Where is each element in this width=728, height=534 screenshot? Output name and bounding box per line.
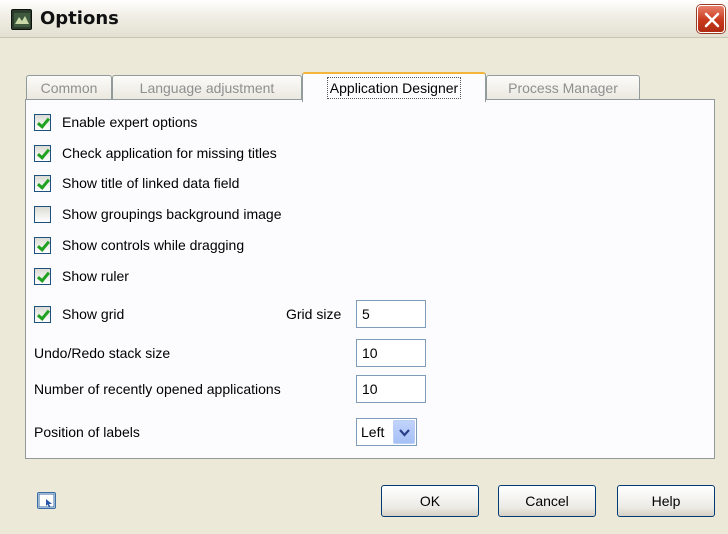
tab-label: Language adjustment — [139, 80, 275, 96]
tab-language-adjustment[interactable]: Language adjustment — [112, 75, 302, 101]
help-context-icon[interactable] — [37, 492, 56, 509]
recent-apps-input[interactable]: 10 — [356, 375, 426, 403]
enable-expert-checkbox[interactable] — [34, 114, 51, 131]
tab-application-designer[interactable]: Application Designer — [302, 72, 486, 102]
tab-label: Common — [40, 80, 98, 96]
chevron-down-icon — [399, 429, 410, 437]
recent-apps-label: Number of recently opened applications — [34, 381, 281, 397]
close-button[interactable] — [697, 5, 725, 33]
grid-size-input[interactable]: 5 — [356, 300, 426, 328]
show-title-linked-checkbox[interactable] — [34, 175, 51, 192]
show-ruler-label: Show ruler — [62, 268, 129, 284]
check-missing-titles-checkbox[interactable] — [34, 145, 51, 162]
dropdown-button[interactable] — [393, 420, 415, 444]
enable-expert-label: Enable expert options — [62, 114, 198, 130]
show-controls-dragging-checkbox[interactable] — [34, 237, 51, 254]
tab-process-manager[interactable]: Process Manager — [486, 75, 640, 101]
title-bar: Options — [0, 0, 728, 38]
show-groupings-bg-label: Show groupings background image — [62, 206, 282, 222]
tab-common[interactable]: Common — [26, 75, 112, 101]
ok-button[interactable]: OK — [381, 485, 479, 517]
show-controls-dragging-label: Show controls while dragging — [62, 237, 245, 253]
tab-label: Process Manager — [508, 80, 618, 96]
label-position-select[interactable]: Left — [356, 418, 417, 446]
show-grid-label: Show grid — [62, 306, 125, 322]
label-position-label: Position of labels — [34, 424, 140, 440]
help-button[interactable]: Help — [617, 485, 715, 517]
check-missing-titles-label: Check application for missing titles — [62, 145, 277, 161]
undo-redo-input[interactable]: 10 — [356, 339, 426, 367]
show-groupings-bg-checkbox[interactable] — [34, 206, 51, 223]
cancel-button[interactable]: Cancel — [498, 485, 596, 517]
show-ruler-checkbox[interactable] — [34, 268, 51, 285]
window-title: Options — [40, 8, 119, 29]
app-icon — [11, 9, 32, 30]
grid-size-label: Grid size — [286, 306, 342, 322]
undo-redo-label: Undo/Redo stack size — [34, 345, 171, 361]
label-position-value: Left — [361, 424, 385, 440]
show-title-linked-label: Show title of linked data field — [62, 175, 240, 191]
close-icon — [704, 12, 720, 28]
show-grid-checkbox[interactable] — [34, 306, 51, 323]
tab-label: Application Designer — [326, 77, 462, 99]
